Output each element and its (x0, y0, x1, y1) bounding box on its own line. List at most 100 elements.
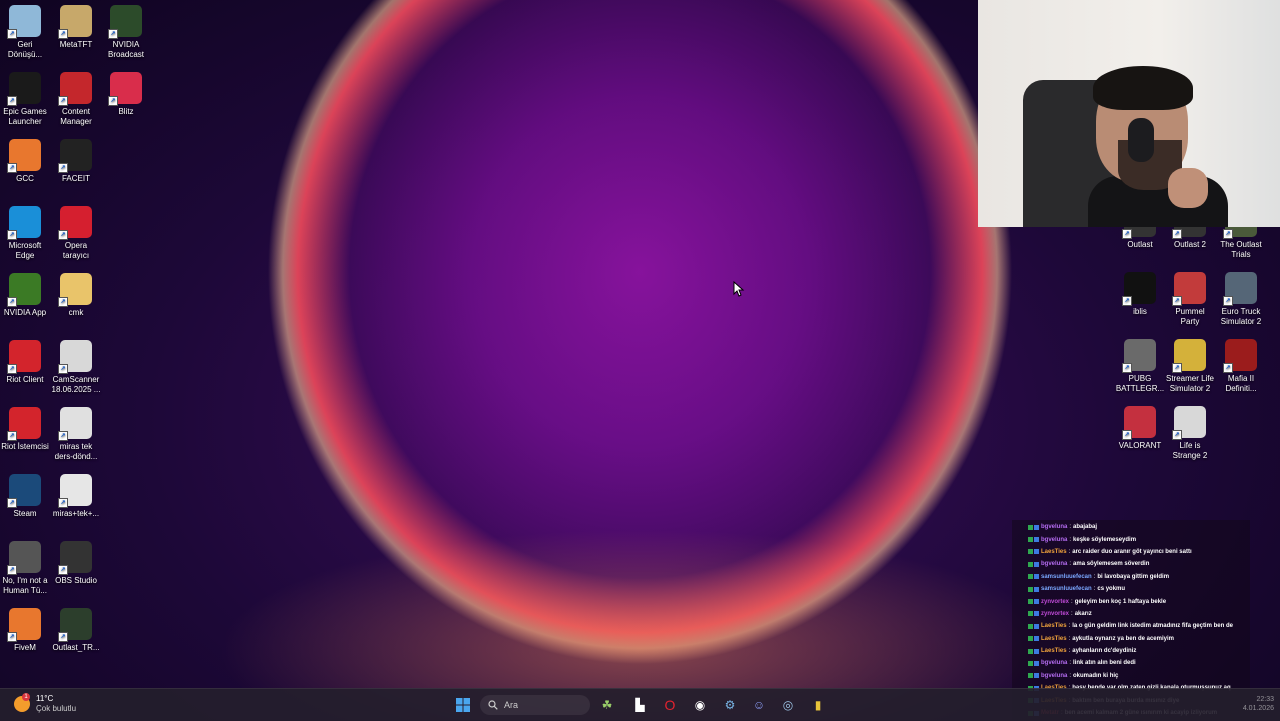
opera-taskbar-icon[interactable]: O (662, 697, 678, 713)
chat-username[interactable]: zynvortex (1041, 611, 1069, 617)
document-icon: ↗ (58, 407, 92, 441)
chat-badges-icon (1012, 636, 1039, 642)
desktop-shortcut[interactable]: ↗ FACEIT (46, 139, 106, 184)
shortcut-arrow-icon: ↗ (58, 632, 68, 642)
chat-badges-icon (1012, 611, 1039, 617)
weather-temperature: 11°C (36, 694, 54, 703)
chat-badges-icon (1012, 660, 1039, 666)
chat-message-text: link atın alın beni dedi (1073, 660, 1136, 667)
shortcut-arrow-icon: ↗ (7, 230, 17, 240)
recycle-bin-icon: ↗ (7, 5, 41, 39)
chat-username[interactable]: bgveluna (1041, 673, 1067, 679)
chat-message-text: abajabaj (1073, 524, 1098, 531)
chat-username[interactable]: bgveluna (1041, 660, 1067, 666)
weather-widget[interactable]: 1 11°C Çok bulutlu (14, 693, 76, 714)
obs-taskbar-icon[interactable]: ◉ (692, 697, 708, 713)
riot-client-icon: ↗ (7, 340, 41, 374)
chat-username[interactable]: LaesTies (1041, 549, 1067, 555)
desktop-shortcut[interactable]: ↗ miras tek ders-dönd... (46, 407, 106, 462)
chat-message: bgveluna: okumadın ki hiç (1012, 670, 1250, 682)
chat-message-text: akarız (1074, 610, 1092, 617)
nvidia-app-icon: ↗ (7, 273, 41, 307)
chat-message: LaesTies: aykutla oynarız ya ben de acemi… (1012, 633, 1250, 645)
shortcut-arrow-icon: ↗ (58, 498, 68, 508)
outlast-tr-icon: ↗ (58, 608, 92, 642)
chat-username[interactable]: LaesTies (1041, 636, 1067, 642)
chat-message-text: cs yokmu (1097, 586, 1126, 593)
desktop-shortcut[interactable]: ↗ Mafia II Definiti... (1211, 339, 1271, 394)
shortcut-arrow-icon: ↗ (58, 364, 68, 374)
desktop-shortcut[interactable]: ↗ Life is Strange 2 (1160, 406, 1220, 461)
shortcut-arrow-icon: ↗ (7, 431, 17, 441)
desktop-shortcut[interactable]: ↗ Outlast_TR... (46, 608, 106, 653)
edge-icon: ↗ (7, 206, 41, 240)
valorant-icon: ↗ (1122, 406, 1156, 440)
shortcut-arrow-icon: ↗ (58, 163, 68, 173)
headset-icon (1128, 118, 1154, 162)
pubg-icon: ↗ (1122, 339, 1156, 373)
task-view-icon[interactable]: ▙ (632, 697, 648, 713)
system-tray-clock[interactable]: 22:33 4.01.2026 (1243, 695, 1274, 713)
chat-username[interactable]: LaesTies (1041, 623, 1067, 629)
chat-username[interactable]: LaesTies (1041, 648, 1067, 654)
chat-message: zynvortex: akarız (1012, 608, 1250, 620)
streamer-hair (1093, 66, 1193, 110)
chat-badges-icon (1012, 537, 1039, 543)
desktop-shortcut[interactable]: ↗ OBS Studio (46, 541, 106, 586)
chat-message-text: geleyim ben koç 1 haftaya bekle (1074, 598, 1167, 605)
windows-logo-icon (456, 698, 470, 712)
shortcut-arrow-icon: ↗ (7, 565, 17, 575)
widgets-icon[interactable]: ☘ (592, 697, 622, 713)
desktop-shortcut-label: cmk (68, 308, 84, 317)
chat-username[interactable]: zynvortex (1041, 599, 1069, 605)
steam-taskbar-icon[interactable]: ◎ (780, 697, 796, 713)
chat-separator: : (1069, 561, 1072, 568)
discord-taskbar-icon[interactable]: ☺ (751, 697, 767, 713)
desktop-shortcut-label: Mafia II Definiti... (1225, 374, 1257, 393)
shortcut-arrow-icon: ↗ (1122, 296, 1132, 306)
epic-games-icon: ↗ (7, 72, 41, 106)
chat-message: samsunluuefecan: bi lavobaya gittim geldi… (1012, 571, 1250, 583)
desktop-shortcut-label: miras+tek+... (52, 509, 100, 518)
taskbar-search[interactable]: Ara (480, 695, 590, 715)
chat-message: bgveluna: link atın alın beni dedi (1012, 657, 1250, 669)
document-icon: ↗ (58, 340, 92, 374)
chat-username[interactable]: bgveluna (1041, 537, 1067, 543)
webcam-overlay (978, 0, 1280, 227)
desktop-shortcut[interactable]: ↗ cmk (46, 273, 106, 318)
desktop-shortcut[interactable]: ↗ NVIDIA Broadcast (96, 5, 156, 60)
folder-icon: ↗ (58, 273, 92, 307)
chat-separator: : (1071, 610, 1073, 617)
content-manager-icon: ↗ (58, 72, 92, 106)
mouse-cursor-icon (733, 281, 745, 297)
chat-username[interactable]: samsunluuefecan (1041, 574, 1092, 580)
desktop-shortcut[interactable]: ↗ Opera tarayıcı (46, 206, 106, 261)
chat-badges-icon (1012, 574, 1039, 580)
desktop-shortcut[interactable]: ↗ Euro Truck Simulator 2 (1211, 272, 1271, 327)
desktop-shortcut[interactable]: ↗ CamScanner 18.06.2025 ... (46, 340, 106, 395)
settings-taskbar-icon[interactable]: ⚙ (722, 697, 738, 713)
chat-badges-icon (1012, 623, 1039, 629)
shortcut-arrow-icon: ↗ (1122, 430, 1132, 440)
opera-icon: ↗ (58, 206, 92, 240)
desktop-shortcut-label: OBS Studio (55, 576, 97, 585)
obs-icon: ↗ (58, 541, 92, 575)
shortcut-arrow-icon: ↗ (1172, 363, 1182, 373)
desktop-shortcut-label: Euro Truck Simulator 2 (1220, 307, 1262, 326)
chat-message: LaesTies: la o gün geldim link istedim at… (1012, 620, 1250, 632)
chat-username[interactable]: bgveluna (1041, 561, 1067, 567)
shortcut-arrow-icon: ↗ (1223, 363, 1233, 373)
chat-message-text: arc raider duo aranır göt yayıncı beni s… (1072, 548, 1192, 555)
desktop-shortcut-label: CamScanner 18.06.2025 ... (51, 375, 101, 394)
chat-message-text: bi lavobaya gittim geldim (1097, 573, 1170, 580)
streamer-hand (1168, 168, 1208, 208)
chat-separator: : (1068, 623, 1071, 630)
start-button[interactable] (455, 697, 471, 713)
app-taskbar-icon[interactable]: ▮ (810, 697, 826, 713)
chat-username[interactable]: samsunluuefecan (1041, 586, 1092, 592)
desktop-shortcut[interactable]: ↗ miras+tek+... (46, 474, 106, 519)
search-icon (488, 700, 498, 710)
chat-message-text: keşke söylemeseydim (1073, 536, 1137, 543)
chat-username[interactable]: bgveluna (1041, 524, 1067, 530)
desktop-shortcut[interactable]: ↗ Blitz (96, 72, 156, 117)
